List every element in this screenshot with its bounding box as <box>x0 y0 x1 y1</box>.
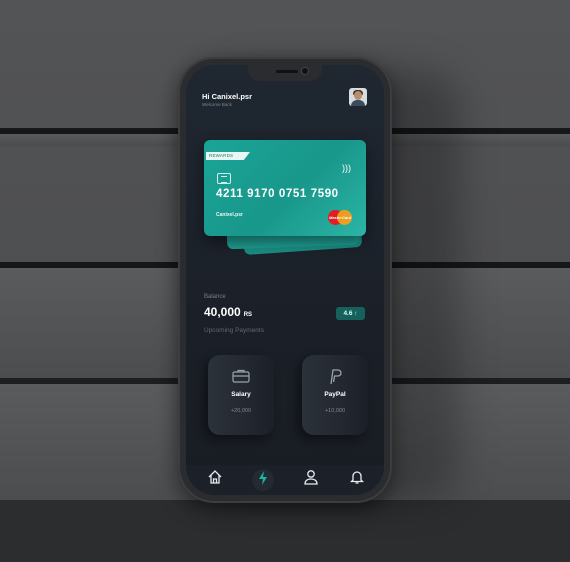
speaker <box>276 70 298 73</box>
card-holder: Canixel.psr <box>216 212 243 218</box>
avatar-body <box>351 100 365 106</box>
lightning-icon[interactable] <box>252 469 274 491</box>
briefcase-icon <box>208 369 274 386</box>
welcome-text: Welcome Back <box>202 102 232 107</box>
payment-label: Salary <box>231 391 251 398</box>
credit-card[interactable]: REWARDS ))) 4211 9170 0751 7590 Canixel.… <box>204 140 366 236</box>
balance-amount: 40,000 RS <box>204 305 253 319</box>
payment-label: PayPal <box>324 391 346 398</box>
floor <box>0 500 570 562</box>
phone-notch <box>248 65 322 81</box>
paypal-icon <box>302 369 368 388</box>
avatar-head <box>354 91 362 100</box>
bottom-nav <box>186 465 384 495</box>
bell-icon[interactable] <box>346 469 368 491</box>
rewards-badge: REWARDS <box>206 152 250 160</box>
payment-card-salary[interactable]: Salary +20,000 <box>208 355 274 435</box>
payment-amount: +20,000 <box>230 408 252 414</box>
upcoming-payments-title: Upcoming Payments <box>204 327 264 334</box>
contactless-icon: ))) <box>342 163 351 173</box>
app-screen: Hi Canixel.psr Welcome Back REWARDS ))) … <box>186 65 384 495</box>
rewards-label: REWARDS <box>209 153 234 158</box>
user-avatar[interactable] <box>349 88 367 106</box>
mastercard-logo: MasterCard <box>328 210 354 226</box>
user-icon[interactable] <box>300 469 322 491</box>
greeting-text: Hi Canixel.psr <box>202 92 253 101</box>
card-number: 4211 9170 0751 7590 <box>216 188 339 200</box>
front-camera <box>302 68 308 74</box>
balance-change-badge: 4.6 ↑ <box>336 307 365 320</box>
payment-amount: +10,000 <box>324 408 346 414</box>
chip-icon <box>217 173 231 184</box>
home-icon[interactable] <box>204 469 226 491</box>
phone-mockup: Hi Canixel.psr Welcome Back REWARDS ))) … <box>178 57 392 503</box>
arrow-up-icon: ↑ <box>354 310 358 317</box>
balance-label: Balance <box>204 294 226 300</box>
payment-card-paypal[interactable]: PayPal +10,000 <box>302 355 368 435</box>
